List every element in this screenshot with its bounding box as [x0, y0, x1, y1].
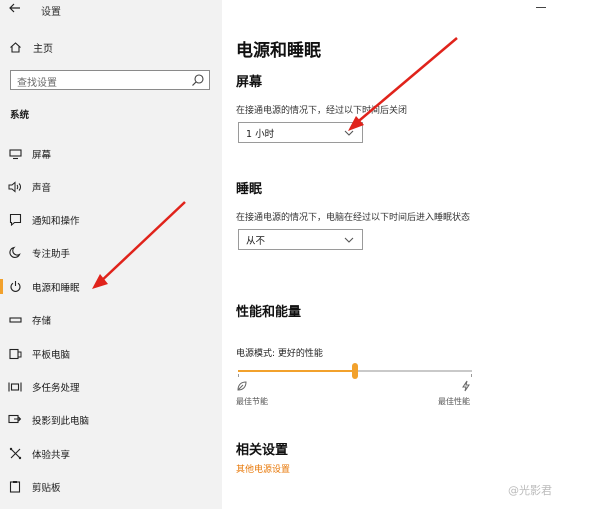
- storage-icon: [8, 313, 22, 327]
- sidebar-item-clipboard[interactable]: 剪贴板: [0, 470, 222, 503]
- sidebar-item-storage[interactable]: 存储: [0, 303, 222, 336]
- sleep-timeout-value: 从不: [246, 235, 266, 247]
- watermark: @光影君: [508, 484, 552, 497]
- sidebar-item-label: 平板电脑: [32, 349, 71, 361]
- screen-timeout-dropdown[interactable]: 1 小时: [238, 122, 363, 143]
- notification-icon: [8, 213, 22, 227]
- screen-description: 在接通电源的情况下，经过以下时间后关闭: [236, 106, 408, 116]
- search-icon[interactable]: [191, 73, 205, 87]
- sleep-description: 在接通电源的情况下，电脑在经过以下时间后进入睡眠状态: [236, 213, 471, 223]
- sidebar-item-multitasking[interactable]: 多任务处理: [0, 370, 222, 403]
- sidebar-item-tablet[interactable]: 平板电脑: [0, 337, 222, 370]
- sidebar-item-project[interactable]: 投影到此电脑: [0, 403, 222, 436]
- additional-power-settings-link[interactable]: 其他电源设置: [236, 462, 290, 475]
- sidebar-item-label: 存储: [32, 315, 52, 327]
- sidebar-item-label: 屏幕: [32, 149, 52, 161]
- share-icon: [8, 447, 22, 461]
- related-settings-heading: 相关设置: [236, 443, 289, 458]
- slider-tick: [471, 374, 472, 377]
- slider-thumb[interactable]: [352, 363, 358, 379]
- clipboard-icon: [8, 480, 22, 494]
- sidebar-item-label: 通知和操作: [32, 215, 80, 227]
- chevron-down-icon: [344, 130, 354, 136]
- sidebar-item-shared-experiences[interactable]: 体验共享: [0, 437, 222, 470]
- sleep-timeout-dropdown[interactable]: 从不: [238, 229, 363, 250]
- moon-icon: [8, 246, 22, 260]
- home-icon: [10, 41, 21, 53]
- screen-timeout-value: 1 小时: [246, 128, 275, 140]
- lightning-icon: [462, 380, 470, 392]
- active-indicator: [0, 279, 3, 294]
- screen-heading: 屏幕: [236, 75, 263, 90]
- tablet-icon: [8, 347, 22, 361]
- title-bar: 设置: [0, 0, 222, 20]
- multitask-icon: [8, 380, 22, 394]
- section-label-system: 系统: [10, 110, 30, 121]
- sidebar-item-sound[interactable]: 声音: [0, 170, 222, 203]
- sidebar-item-power-sleep[interactable]: 电源和睡眠: [0, 270, 222, 303]
- back-arrow-icon: [9, 3, 20, 13]
- power-icon: [8, 280, 22, 294]
- slider-label-right: 最佳性能: [438, 397, 470, 406]
- monitor-icon: [8, 147, 22, 161]
- power-mode-slider[interactable]: [238, 362, 472, 380]
- sidebar-item-home[interactable]: 主页: [9, 39, 53, 55]
- sidebar-item-label: 多任务处理: [32, 382, 80, 394]
- slider-fill: [238, 370, 355, 372]
- sidebar-item-display[interactable]: 屏幕: [0, 137, 222, 170]
- sleep-heading: 睡眠: [236, 182, 263, 197]
- sidebar-item-label: 剪贴板: [32, 482, 61, 494]
- slider-label-left: 最佳节能: [236, 397, 268, 406]
- home-label: 主页: [33, 43, 53, 55]
- search-input[interactable]: [11, 74, 181, 93]
- sidebar-item-label: 体验共享: [32, 449, 71, 461]
- leaf-icon: [237, 381, 247, 391]
- minimize-button[interactable]: [536, 7, 546, 8]
- sidebar-item-label: 声音: [32, 182, 52, 194]
- sidebar-item-focus-assist[interactable]: 专注助手: [0, 236, 222, 269]
- sidebar: 设置 主页 系统 屏幕 声音 通知和操作 专注助手 电源和睡眠 存储 平板电脑: [0, 0, 222, 509]
- sidebar-item-label: 专注助手: [32, 248, 71, 260]
- back-button[interactable]: [8, 1, 24, 17]
- main-panel: 电源和睡眠 屏幕 在接通电源的情况下，经过以下时间后关闭 1 小时 睡眠 在接通…: [222, 0, 600, 509]
- search-box[interactable]: [10, 70, 210, 93]
- power-mode-label: 电源模式: 更好的性能: [236, 349, 323, 359]
- performance-heading: 性能和能量: [236, 305, 302, 320]
- speaker-icon: [8, 180, 22, 194]
- sidebar-item-notifications[interactable]: 通知和操作: [0, 203, 222, 236]
- sidebar-item-label: 电源和睡眠: [32, 282, 80, 294]
- page-title: 电源和睡眠: [236, 41, 321, 61]
- app-title: 设置: [41, 7, 61, 18]
- sidebar-item-label: 投影到此电脑: [32, 415, 90, 427]
- project-icon: [8, 413, 22, 427]
- slider-tick: [238, 374, 239, 377]
- chevron-down-icon: [344, 237, 354, 243]
